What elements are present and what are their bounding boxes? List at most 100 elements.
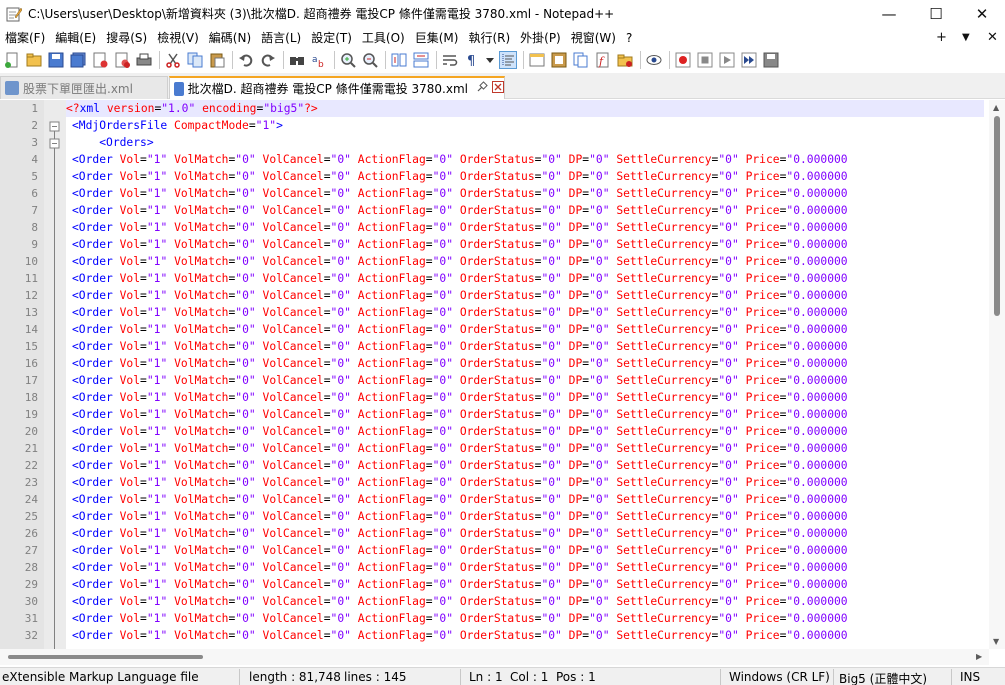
save-icon[interactable] [47, 51, 65, 69]
menu-settings[interactable]: 設定(T) [306, 29, 357, 46]
vertical-scrollbar[interactable]: ▲ ▼ [989, 100, 1005, 649]
menu-run[interactable]: 執行(R) [463, 29, 515, 46]
code-line[interactable]: <Order Vol="1" VolMatch="0" VolCancel="0… [72, 219, 848, 236]
menu-language[interactable]: 語言(L) [256, 29, 306, 46]
editor-area[interactable]: <?xml version="1.0" encoding="big5"?> <Md… [0, 100, 1005, 649]
scroll-right-icon[interactable]: ▶ [976, 652, 982, 661]
minimize-button[interactable]: — [866, 0, 912, 27]
sync-horizontal-scroll-icon[interactable] [412, 51, 430, 69]
code-line[interactable]: <Order Vol="1" VolMatch="0" VolCancel="0… [72, 576, 848, 593]
scroll-down-icon[interactable]: ▼ [993, 637, 999, 646]
horizontal-scroll-thumb[interactable] [8, 655, 203, 659]
close-button[interactable]: ✕ [959, 0, 1005, 27]
code-line[interactable]: <Order Vol="1" VolMatch="0" VolCancel="0… [72, 508, 848, 525]
code-line[interactable]: <Order Vol="1" VolMatch="0" VolCancel="0… [72, 287, 848, 304]
menu-macro[interactable]: 巨集(M) [410, 29, 464, 46]
replace-icon[interactable]: ab [310, 51, 328, 69]
cut-icon[interactable] [164, 51, 182, 69]
folder-as-workspace-icon[interactable] [616, 51, 634, 69]
tab-list-dropdown-icon[interactable]: ▼ [962, 27, 970, 48]
code-line[interactable]: <Order Vol="1" VolMatch="0" VolCancel="0… [72, 202, 848, 219]
code-line[interactable]: <Order Vol="1" VolMatch="0" VolCancel="0… [72, 389, 848, 406]
code-line[interactable]: <Order Vol="1" VolMatch="0" VolCancel="0… [72, 338, 848, 355]
menu-file[interactable]: 檔案(F) [0, 29, 50, 46]
save-macro-icon[interactable] [762, 51, 780, 69]
new-tab-plus-icon[interactable]: + [936, 27, 947, 48]
show-all-characters-icon[interactable]: ¶ [463, 51, 481, 69]
code-line[interactable]: <Order Vol="1" VolMatch="0" VolCancel="0… [72, 457, 848, 474]
code-line[interactable]: <MdjOrdersFile CompactMode="1"> [72, 117, 283, 134]
menu-plugins[interactable]: 外掛(P) [515, 29, 566, 46]
fold-margin[interactable] [44, 100, 66, 649]
tab-inactive-file[interactable]: 股票下單匣匯出.xml [0, 76, 168, 99]
code-line[interactable]: <Order Vol="1" VolMatch="0" VolCancel="0… [72, 474, 848, 491]
menu-help[interactable]: ? [621, 31, 637, 45]
tab-active-file[interactable]: 批次檔D. 超商禮券 電投CP 條件僅需電投 3780.xml [169, 76, 505, 99]
horizontal-scrollbar[interactable]: ▶ [0, 649, 989, 665]
code-line[interactable]: <Order Vol="1" VolMatch="0" VolCancel="0… [72, 423, 848, 440]
tab-close-icon[interactable] [492, 81, 504, 96]
redo-icon[interactable] [259, 51, 277, 69]
code-line[interactable]: <Orders> [72, 134, 153, 151]
word-wrap-icon[interactable] [441, 51, 459, 69]
code-line[interactable]: <Order Vol="1" VolMatch="0" VolCancel="0… [72, 406, 848, 423]
record-macro-icon[interactable] [674, 51, 692, 69]
status-encoding[interactable]: Big5 (正體中文) [839, 670, 927, 685]
code-line[interactable]: <Order Vol="1" VolMatch="0" VolCancel="0… [72, 185, 848, 202]
code-line[interactable]: <Order Vol="1" VolMatch="0" VolCancel="0… [72, 151, 848, 168]
code-view[interactable]: <?xml version="1.0" encoding="big5"?> <Md… [66, 100, 984, 649]
code-line[interactable]: <Order Vol="1" VolMatch="0" VolCancel="0… [72, 355, 848, 372]
save-all-icon[interactable] [69, 51, 87, 69]
menu-tools[interactable]: 工具(O) [357, 29, 410, 46]
code-line[interactable]: <Order Vol="1" VolMatch="0" VolCancel="0… [72, 372, 848, 389]
open-file-icon[interactable] [25, 51, 43, 69]
close-file-icon[interactable] [91, 51, 109, 69]
close-all-icon[interactable] [113, 51, 131, 69]
code-line[interactable]: <Order Vol="1" VolMatch="0" VolCancel="0… [72, 440, 848, 457]
code-line[interactable]: <Order Vol="1" VolMatch="0" VolCancel="0… [72, 610, 848, 627]
menu-edit[interactable]: 編輯(E) [50, 29, 101, 46]
paste-icon[interactable] [208, 51, 226, 69]
user-defined-language-icon[interactable] [528, 51, 546, 69]
code-line[interactable]: <Order Vol="1" VolMatch="0" VolCancel="0… [72, 321, 848, 338]
zoom-in-icon[interactable] [339, 51, 357, 69]
code-line[interactable]: <Order Vol="1" VolMatch="0" VolCancel="0… [72, 593, 848, 610]
close-document-icon[interactable]: ✕ [987, 27, 998, 48]
menu-view[interactable]: 檢視(V) [152, 29, 204, 46]
copy-icon[interactable] [186, 51, 204, 69]
find-icon[interactable] [288, 51, 306, 69]
run-macro-multiple-icon[interactable] [740, 51, 758, 69]
document-list-icon[interactable] [572, 51, 590, 69]
function-list-icon[interactable]: f [594, 51, 612, 69]
maximize-button[interactable]: ☐ [913, 0, 959, 27]
undo-icon[interactable] [237, 51, 255, 69]
code-line[interactable]: <?xml version="1.0" encoding="big5"?> [66, 100, 984, 117]
pin-icon[interactable] [476, 81, 488, 96]
code-line[interactable]: <Order Vol="1" VolMatch="0" VolCancel="0… [72, 236, 848, 253]
sync-vertical-scroll-icon[interactable] [390, 51, 408, 69]
show-symbols-dropdown-icon[interactable] [485, 51, 495, 69]
menu-search[interactable]: 搜尋(S) [101, 29, 152, 46]
document-map-icon[interactable] [550, 51, 568, 69]
code-line[interactable]: <Order Vol="1" VolMatch="0" VolCancel="0… [72, 542, 848, 559]
scroll-up-icon[interactable]: ▲ [993, 103, 999, 112]
stop-macro-icon[interactable] [696, 51, 714, 69]
play-macro-icon[interactable] [718, 51, 736, 69]
menu-encoding[interactable]: 編碼(N) [204, 29, 256, 46]
code-line[interactable]: <Order Vol="1" VolMatch="0" VolCancel="0… [72, 304, 848, 321]
code-line[interactable]: <Order Vol="1" VolMatch="0" VolCancel="0… [72, 525, 848, 542]
indent-guide-icon[interactable] [499, 50, 517, 69]
monitoring-eye-icon[interactable] [645, 51, 663, 69]
code-line[interactable]: <Order Vol="1" VolMatch="0" VolCancel="0… [72, 491, 848, 508]
code-line[interactable]: <Order Vol="1" VolMatch="0" VolCancel="0… [72, 627, 848, 644]
menu-window[interactable]: 視窗(W) [566, 29, 621, 46]
new-file-icon[interactable] [3, 51, 21, 69]
zoom-out-icon[interactable] [361, 51, 379, 69]
code-line[interactable]: <Order Vol="1" VolMatch="0" VolCancel="0… [72, 253, 848, 270]
vertical-scroll-thumb[interactable] [994, 116, 1000, 316]
status-insert-mode[interactable]: INS [960, 670, 980, 684]
code-line[interactable]: <Order Vol="1" VolMatch="0" VolCancel="0… [72, 559, 848, 576]
code-line[interactable]: <Order Vol="1" VolMatch="0" VolCancel="0… [72, 270, 848, 287]
print-icon[interactable] [135, 51, 153, 69]
code-line[interactable]: <Order Vol="1" VolMatch="0" VolCancel="0… [72, 168, 848, 185]
